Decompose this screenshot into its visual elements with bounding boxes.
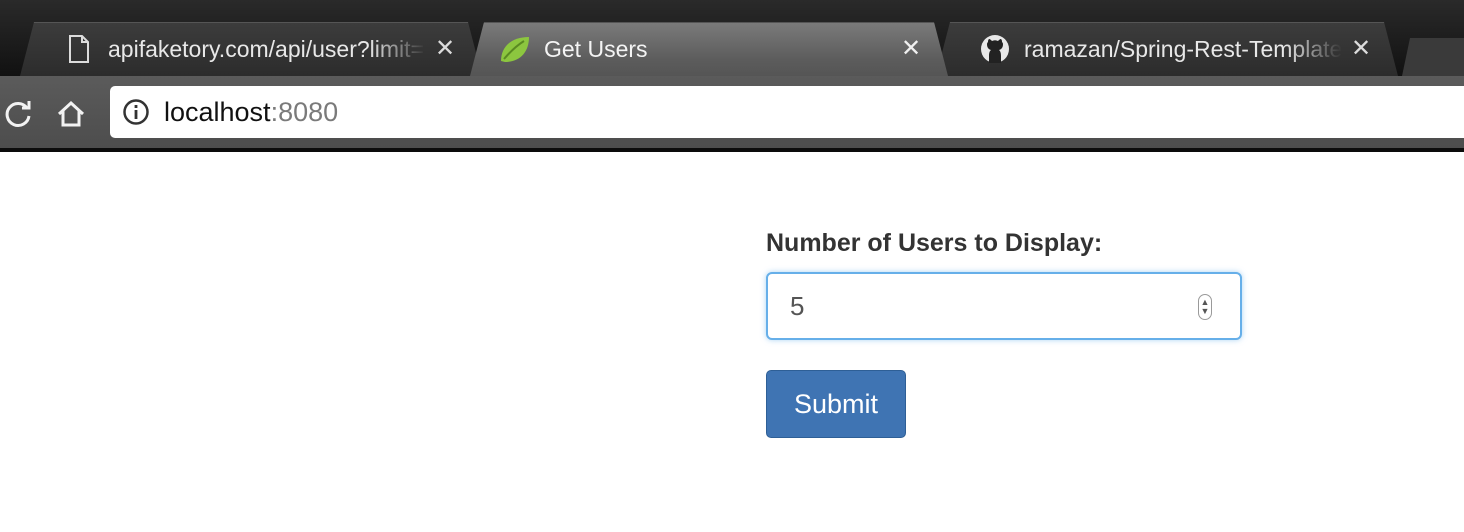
users-count-input[interactable]: 5 ▲ ▼ xyxy=(766,272,1242,340)
info-icon[interactable] xyxy=(122,98,150,126)
submit-button[interactable]: Submit xyxy=(766,370,906,438)
input-value: 5 xyxy=(790,291,805,321)
spring-leaf-icon xyxy=(498,32,532,66)
tab-get-users[interactable]: Get Users ✕ xyxy=(470,22,948,76)
github-icon xyxy=(978,32,1012,66)
tab-apifaketory[interactable]: apifaketory.com/api/user?limit= ✕ xyxy=(20,22,482,76)
users-count-label: Number of Users to Display: xyxy=(766,229,1103,257)
reload-icon[interactable] xyxy=(0,96,36,132)
tab-title: Get Users xyxy=(544,35,648,62)
close-tab-icon[interactable]: ✕ xyxy=(896,37,926,61)
address-bar[interactable]: localhost:8080 xyxy=(110,86,1464,138)
tab-title: ramazan/Spring-Rest-Template xyxy=(1024,35,1342,62)
new-tab-button[interactable] xyxy=(1402,38,1464,76)
number-spinner[interactable]: ▲ ▼ xyxy=(1198,294,1212,320)
tab-strip: apifaketory.com/api/user?limit= ✕ ramaza… xyxy=(0,0,1464,76)
close-tab-icon[interactable]: ✕ xyxy=(1346,37,1376,61)
close-tab-icon[interactable]: ✕ xyxy=(430,37,460,61)
url-port: :8080 xyxy=(270,96,339,127)
tab-github[interactable]: ramazan/Spring-Rest-Template ✕ xyxy=(936,22,1398,76)
spinner-down-icon[interactable]: ▼ xyxy=(1201,307,1210,316)
user-count-form: Number of Users to Display: 5 ▲ ▼ Submit xyxy=(766,226,1242,438)
tab-title: apifaketory.com/api/user?limit= xyxy=(108,35,424,62)
home-icon[interactable] xyxy=(53,96,89,132)
browser-toolbar: localhost:8080 xyxy=(0,76,1464,152)
document-icon xyxy=(62,32,96,66)
url-host: localhost xyxy=(164,96,271,127)
